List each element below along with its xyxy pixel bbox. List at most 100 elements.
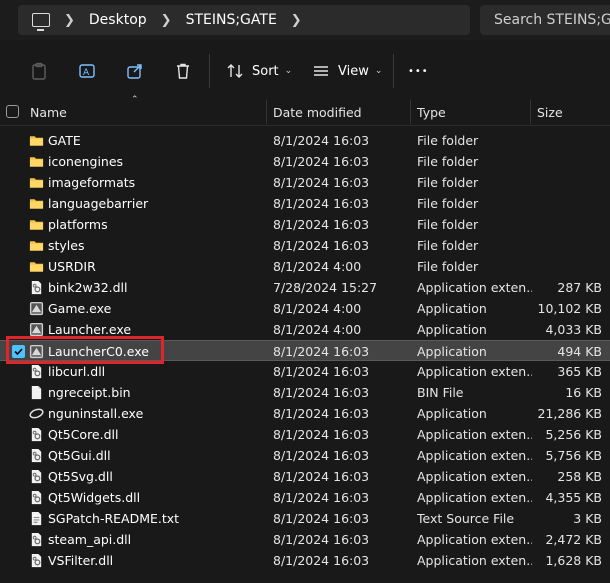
file-row[interactable]: imageformats 8/1/2024 16:03 File folder bbox=[0, 172, 610, 193]
rename-button[interactable]: A bbox=[78, 59, 96, 83]
dll-icon bbox=[29, 532, 44, 547]
file-name[interactable]: nguninstall.exe bbox=[48, 406, 143, 421]
file-name[interactable]: Launcher.exe bbox=[48, 322, 131, 337]
file-row[interactable]: platforms 8/1/2024 16:03 File folder bbox=[0, 214, 610, 235]
file-date-modified: 8/1/2024 16:03 bbox=[273, 196, 370, 211]
chevron-right-icon[interactable]: ❯ bbox=[64, 13, 75, 28]
folder-icon bbox=[29, 259, 44, 274]
column-size[interactable]: Size bbox=[537, 105, 563, 120]
file-date-modified: 8/1/2024 16:03 bbox=[273, 448, 370, 463]
toolbar-divider bbox=[209, 54, 210, 88]
file-date-modified: 8/1/2024 16:03 bbox=[273, 133, 370, 148]
file-row[interactable]: steam_api.dll 8/1/2024 16:03 Application e… bbox=[0, 529, 610, 550]
file-name[interactable]: USRDIR bbox=[48, 259, 96, 274]
column-divider[interactable] bbox=[530, 100, 531, 124]
file-row[interactable]: Qt5Svg.dll 8/1/2024 16:03 Application exte… bbox=[0, 466, 610, 487]
file-row[interactable]: languagebarrier 8/1/2024 16:03 File folder bbox=[0, 193, 610, 214]
file-type: Application bbox=[417, 301, 487, 316]
file-name[interactable]: GATE bbox=[48, 133, 81, 148]
file-row[interactable]: libcurl.dll 8/1/2024 16:03 Application ext… bbox=[0, 361, 610, 382]
file-date-modified: 8/1/2024 16:03 bbox=[273, 154, 370, 169]
file-name[interactable]: LauncherC0.exe bbox=[48, 344, 149, 359]
file-type: File folder bbox=[417, 217, 479, 232]
column-divider[interactable] bbox=[410, 100, 411, 124]
file-row[interactable]: styles 8/1/2024 16:03 File folder bbox=[0, 235, 610, 256]
file-row[interactable]: iconengines 8/1/2024 16:03 File folder bbox=[0, 151, 610, 172]
file-row[interactable]: ngreceipt.bin 8/1/2024 16:03 BIN File 16 KB bbox=[0, 382, 610, 403]
row-checkbox[interactable] bbox=[12, 345, 25, 358]
column-date-modified[interactable]: Date modified bbox=[273, 105, 362, 120]
file-row[interactable]: bink2w32.dll 7/28/2024 15:27 Application e… bbox=[0, 277, 610, 298]
file-name[interactable]: Qt5Gui.dll bbox=[48, 448, 111, 463]
paste-button[interactable] bbox=[30, 59, 48, 83]
file-name[interactable]: imageformats bbox=[48, 175, 135, 190]
chevron-right-icon[interactable]: ❯ bbox=[291, 13, 302, 28]
file-size: 5,756 KB bbox=[545, 448, 602, 463]
file-type: Application exten... bbox=[417, 448, 532, 463]
file-row[interactable]: nguninstall.exe 8/1/2024 16:03 Application… bbox=[0, 403, 610, 424]
file-date-modified: 8/1/2024 16:03 bbox=[273, 532, 370, 547]
select-all-checkbox[interactable] bbox=[6, 105, 19, 118]
file-row[interactable]: Launcher.exe 8/1/2024 4:00 Application 4,03… bbox=[0, 319, 610, 340]
delete-button[interactable] bbox=[174, 59, 192, 83]
folder-icon bbox=[29, 175, 44, 190]
column-divider[interactable] bbox=[266, 100, 267, 124]
file-name[interactable]: bink2w32.dll bbox=[48, 280, 128, 295]
column-header: ⌃ Name Date modified Type Size bbox=[0, 95, 610, 126]
file-date-modified: 8/1/2024 16:03 bbox=[273, 385, 370, 400]
breadcrumb[interactable]: ❯ Desktop ❯ STEINS;GATE ❯ bbox=[18, 5, 470, 35]
file-date-modified: 8/1/2024 16:03 bbox=[273, 490, 370, 505]
file-date-modified: 8/1/2024 4:00 bbox=[273, 301, 362, 316]
file-row[interactable]: SGPatch-README.txt 8/1/2024 16:03 Text Sou… bbox=[0, 508, 610, 529]
file-name[interactable]: platforms bbox=[48, 217, 108, 232]
chevron-right-icon[interactable]: ❯ bbox=[161, 13, 172, 28]
file-list: GATE 8/1/2024 16:03 File folder iconengines… bbox=[0, 130, 610, 571]
file-type: Text Source File bbox=[417, 511, 515, 526]
file-name[interactable]: VSFilter.dll bbox=[48, 553, 113, 568]
file-row[interactable]: LauncherC0.exe 8/1/2024 16:03 Application 4… bbox=[0, 340, 610, 361]
column-name[interactable]: Name bbox=[30, 105, 67, 120]
file-row[interactable]: Qt5Gui.dll 8/1/2024 16:03 Application exte… bbox=[0, 445, 610, 466]
file-name[interactable]: steam_api.dll bbox=[48, 532, 131, 547]
file-name[interactable]: Qt5Core.dll bbox=[48, 427, 118, 442]
exe-icon bbox=[29, 322, 44, 337]
search-box[interactable] bbox=[480, 5, 610, 35]
file-name[interactable]: Qt5Svg.dll bbox=[48, 469, 113, 484]
file-row[interactable]: VSFilter.dll 8/1/2024 16:03 Application ex… bbox=[0, 550, 610, 571]
more-options-button[interactable]: ••• bbox=[408, 59, 429, 83]
breadcrumb-steins-gate[interactable]: STEINS;GATE bbox=[186, 12, 277, 28]
search-input[interactable] bbox=[480, 5, 610, 35]
sort-label: Sort bbox=[252, 63, 279, 79]
sort-button[interactable]: Sort ⌄ bbox=[226, 59, 292, 83]
file-size: 10,102 KB bbox=[537, 301, 602, 316]
file-row[interactable]: Qt5Core.dll 8/1/2024 16:03 Application ext… bbox=[0, 424, 610, 445]
dll-icon bbox=[29, 448, 44, 463]
file-row[interactable]: GATE 8/1/2024 16:03 File folder bbox=[0, 130, 610, 151]
file-type: BIN File bbox=[417, 385, 464, 400]
rename-icon: A bbox=[79, 64, 95, 78]
breadcrumb-desktop[interactable]: Desktop bbox=[89, 12, 147, 28]
file-name[interactable]: iconengines bbox=[48, 154, 123, 169]
file-type: Application exten... bbox=[417, 364, 532, 379]
file-row[interactable]: Game.exe 8/1/2024 4:00 Application 10,102 K… bbox=[0, 298, 610, 319]
file-row[interactable]: Qt5Widgets.dll 8/1/2024 16:03 Application … bbox=[0, 487, 610, 508]
file-name[interactable]: ngreceipt.bin bbox=[48, 385, 131, 400]
file-size: 1,628 KB bbox=[545, 553, 602, 568]
file-name[interactable]: libcurl.dll bbox=[48, 364, 105, 379]
file-size: 365 KB bbox=[557, 364, 602, 379]
this-pc-icon[interactable] bbox=[32, 13, 50, 31]
file-date-modified: 8/1/2024 16:03 bbox=[273, 469, 370, 484]
column-type[interactable]: Type bbox=[417, 105, 446, 120]
share-button[interactable] bbox=[126, 59, 144, 83]
file-name[interactable]: languagebarrier bbox=[48, 196, 148, 211]
file-name[interactable]: styles bbox=[48, 238, 85, 253]
file-name[interactable]: SGPatch-README.txt bbox=[48, 511, 179, 526]
chevron-down-icon: ⌄ bbox=[284, 66, 293, 76]
file-row[interactable]: USRDIR 8/1/2024 4:00 File folder bbox=[0, 256, 610, 277]
file-type: File folder bbox=[417, 133, 479, 148]
file-name[interactable]: Game.exe bbox=[48, 301, 111, 316]
view-icon bbox=[314, 66, 328, 76]
file-date-modified: 8/1/2024 4:00 bbox=[273, 259, 362, 274]
view-button[interactable]: View ⌄ bbox=[312, 59, 382, 83]
file-name[interactable]: Qt5Widgets.dll bbox=[48, 490, 140, 505]
